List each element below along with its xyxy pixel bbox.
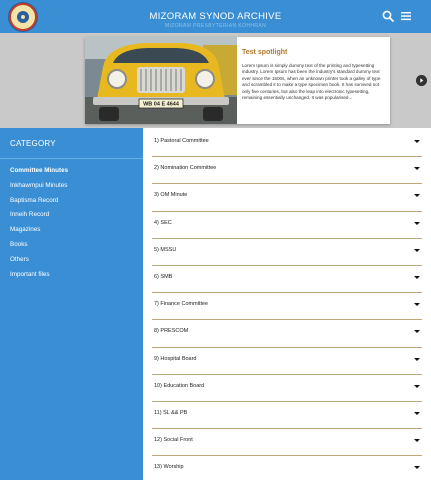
accordion-label: 12) Social Front	[154, 437, 193, 444]
accordion-row[interactable]: 12) Social Front	[152, 429, 422, 457]
caret-down-icon[interactable]	[414, 248, 420, 252]
accordion-row[interactable]: 5) MSSU	[152, 239, 422, 266]
spotlight-title[interactable]: Test spotlight	[242, 49, 384, 56]
search-icon[interactable]	[382, 10, 394, 22]
accordion-label: 8) PRESCOM	[154, 328, 189, 335]
accordion-row[interactable]: 10) Education Board	[152, 375, 422, 402]
category-sidebar: CATEGORY Committee Minutes Inkhawmpui Mi…	[0, 128, 143, 480]
accordion-label: 1) Pastoral Committee	[154, 138, 209, 144]
accordion-label: 5) MSSU	[154, 246, 177, 253]
sidebar-divider	[0, 158, 143, 159]
site-subtitle: MIZORAM PRESBYTERIAN KOHHRAN	[164, 23, 267, 29]
accordion-row[interactable]: 7) Finance Committee	[152, 293, 422, 321]
chevron-right-icon[interactable]	[416, 75, 427, 86]
committee-accordion: 1) Pastoral Committee 2) Nomination Comm…	[152, 130, 422, 480]
caret-down-icon[interactable]	[414, 357, 420, 361]
sidebar-item-books[interactable]: Books	[10, 240, 140, 255]
accordion-label: 2) Nomination Committee	[154, 165, 217, 172]
site-title: MIZORAM SYNOD ARCHIVE	[149, 11, 282, 22]
sidebar-item-committee-minutes[interactable]: Committee Minutes	[10, 166, 140, 181]
caret-down-icon[interactable]	[414, 330, 420, 334]
accordion-row[interactable]: 13) Worship	[152, 456, 422, 480]
caret-down-icon[interactable]	[414, 221, 420, 225]
caret-down-icon[interactable]	[414, 439, 420, 443]
caret-down-icon[interactable]	[414, 384, 420, 388]
accordion-row[interactable]: 4) SEC	[152, 212, 422, 239]
accordion-label: 13) Worship	[154, 464, 184, 471]
spotlight-text: Test spotlight Lorem Ipsum is simply dum…	[242, 49, 384, 101]
accordion-row[interactable]: 3) OM Minute	[152, 184, 422, 212]
top-header: MIZORAM SYNOD ARCHIVE MIZORAM PRESBYTERI…	[0, 0, 431, 33]
sidebar-item-others[interactable]: Others	[10, 255, 140, 270]
sidebar-heading: CATEGORY	[10, 139, 56, 148]
accordion-label: 9) Hospital Board	[154, 355, 197, 362]
hamburger-menu-icon[interactable]	[401, 11, 411, 21]
sidebar-item-inneih-record[interactable]: Inneih Record	[10, 210, 140, 225]
spotlight-card[interactable]: WB 04 E 4644 Test spotlight Lorem Ipsum …	[85, 37, 390, 124]
sidebar-item-baptisma-record[interactable]: Baptisma Record	[10, 196, 140, 211]
taxi-photo-image: WB 04 E 4644	[85, 37, 237, 124]
accordion-row[interactable]: 2) Nomination Committee	[152, 157, 422, 185]
sidebar-item-inkhawmpui-minutes[interactable]: Inkhawmpui Minutes	[10, 181, 140, 196]
license-plate-text: WB 04 E 4644	[143, 102, 180, 108]
caret-down-icon[interactable]	[414, 275, 420, 279]
caret-down-icon[interactable]	[414, 466, 420, 470]
spotlight-body: Lorem Ipsum is simply dummy text of the …	[242, 63, 381, 101]
caret-down-icon[interactable]	[414, 167, 420, 171]
accordion-label: 11) SL && PB	[154, 409, 188, 416]
spotlight-photo: WB 04 E 4644	[85, 37, 237, 124]
accordion-row[interactable]: 11) SL && PB	[152, 402, 422, 430]
caret-down-icon[interactable]	[414, 411, 420, 415]
caret-down-icon[interactable]	[414, 303, 420, 307]
sidebar-item-magazines[interactable]: Magazines	[10, 225, 140, 240]
accordion-label: 6) SMB	[154, 273, 173, 280]
accordion-row[interactable]: 6) SMB	[152, 266, 422, 294]
accordion-row[interactable]: 8) PRESCOM	[152, 320, 422, 348]
sidebar-item-important-files[interactable]: Important files	[10, 270, 140, 285]
accordion-label: 4) SEC	[154, 219, 172, 226]
category-list: Committee Minutes Inkhawmpui Minutes Bap…	[10, 166, 140, 284]
accordion-label: 7) Finance Committee	[154, 301, 209, 308]
accordion-row[interactable]: 9) Hospital Board	[152, 348, 422, 375]
accordion-row[interactable]: 1) Pastoral Committee	[152, 130, 422, 158]
spotlight-slider: WB 04 E 4644 Test spotlight Lorem Ipsum …	[0, 33, 431, 128]
caret-down-icon[interactable]	[414, 194, 420, 198]
caret-down-icon[interactable]	[414, 140, 420, 143]
accordion-label: 3) OM Minute	[154, 192, 188, 199]
accordion-label: 10) Education Board	[154, 382, 205, 389]
